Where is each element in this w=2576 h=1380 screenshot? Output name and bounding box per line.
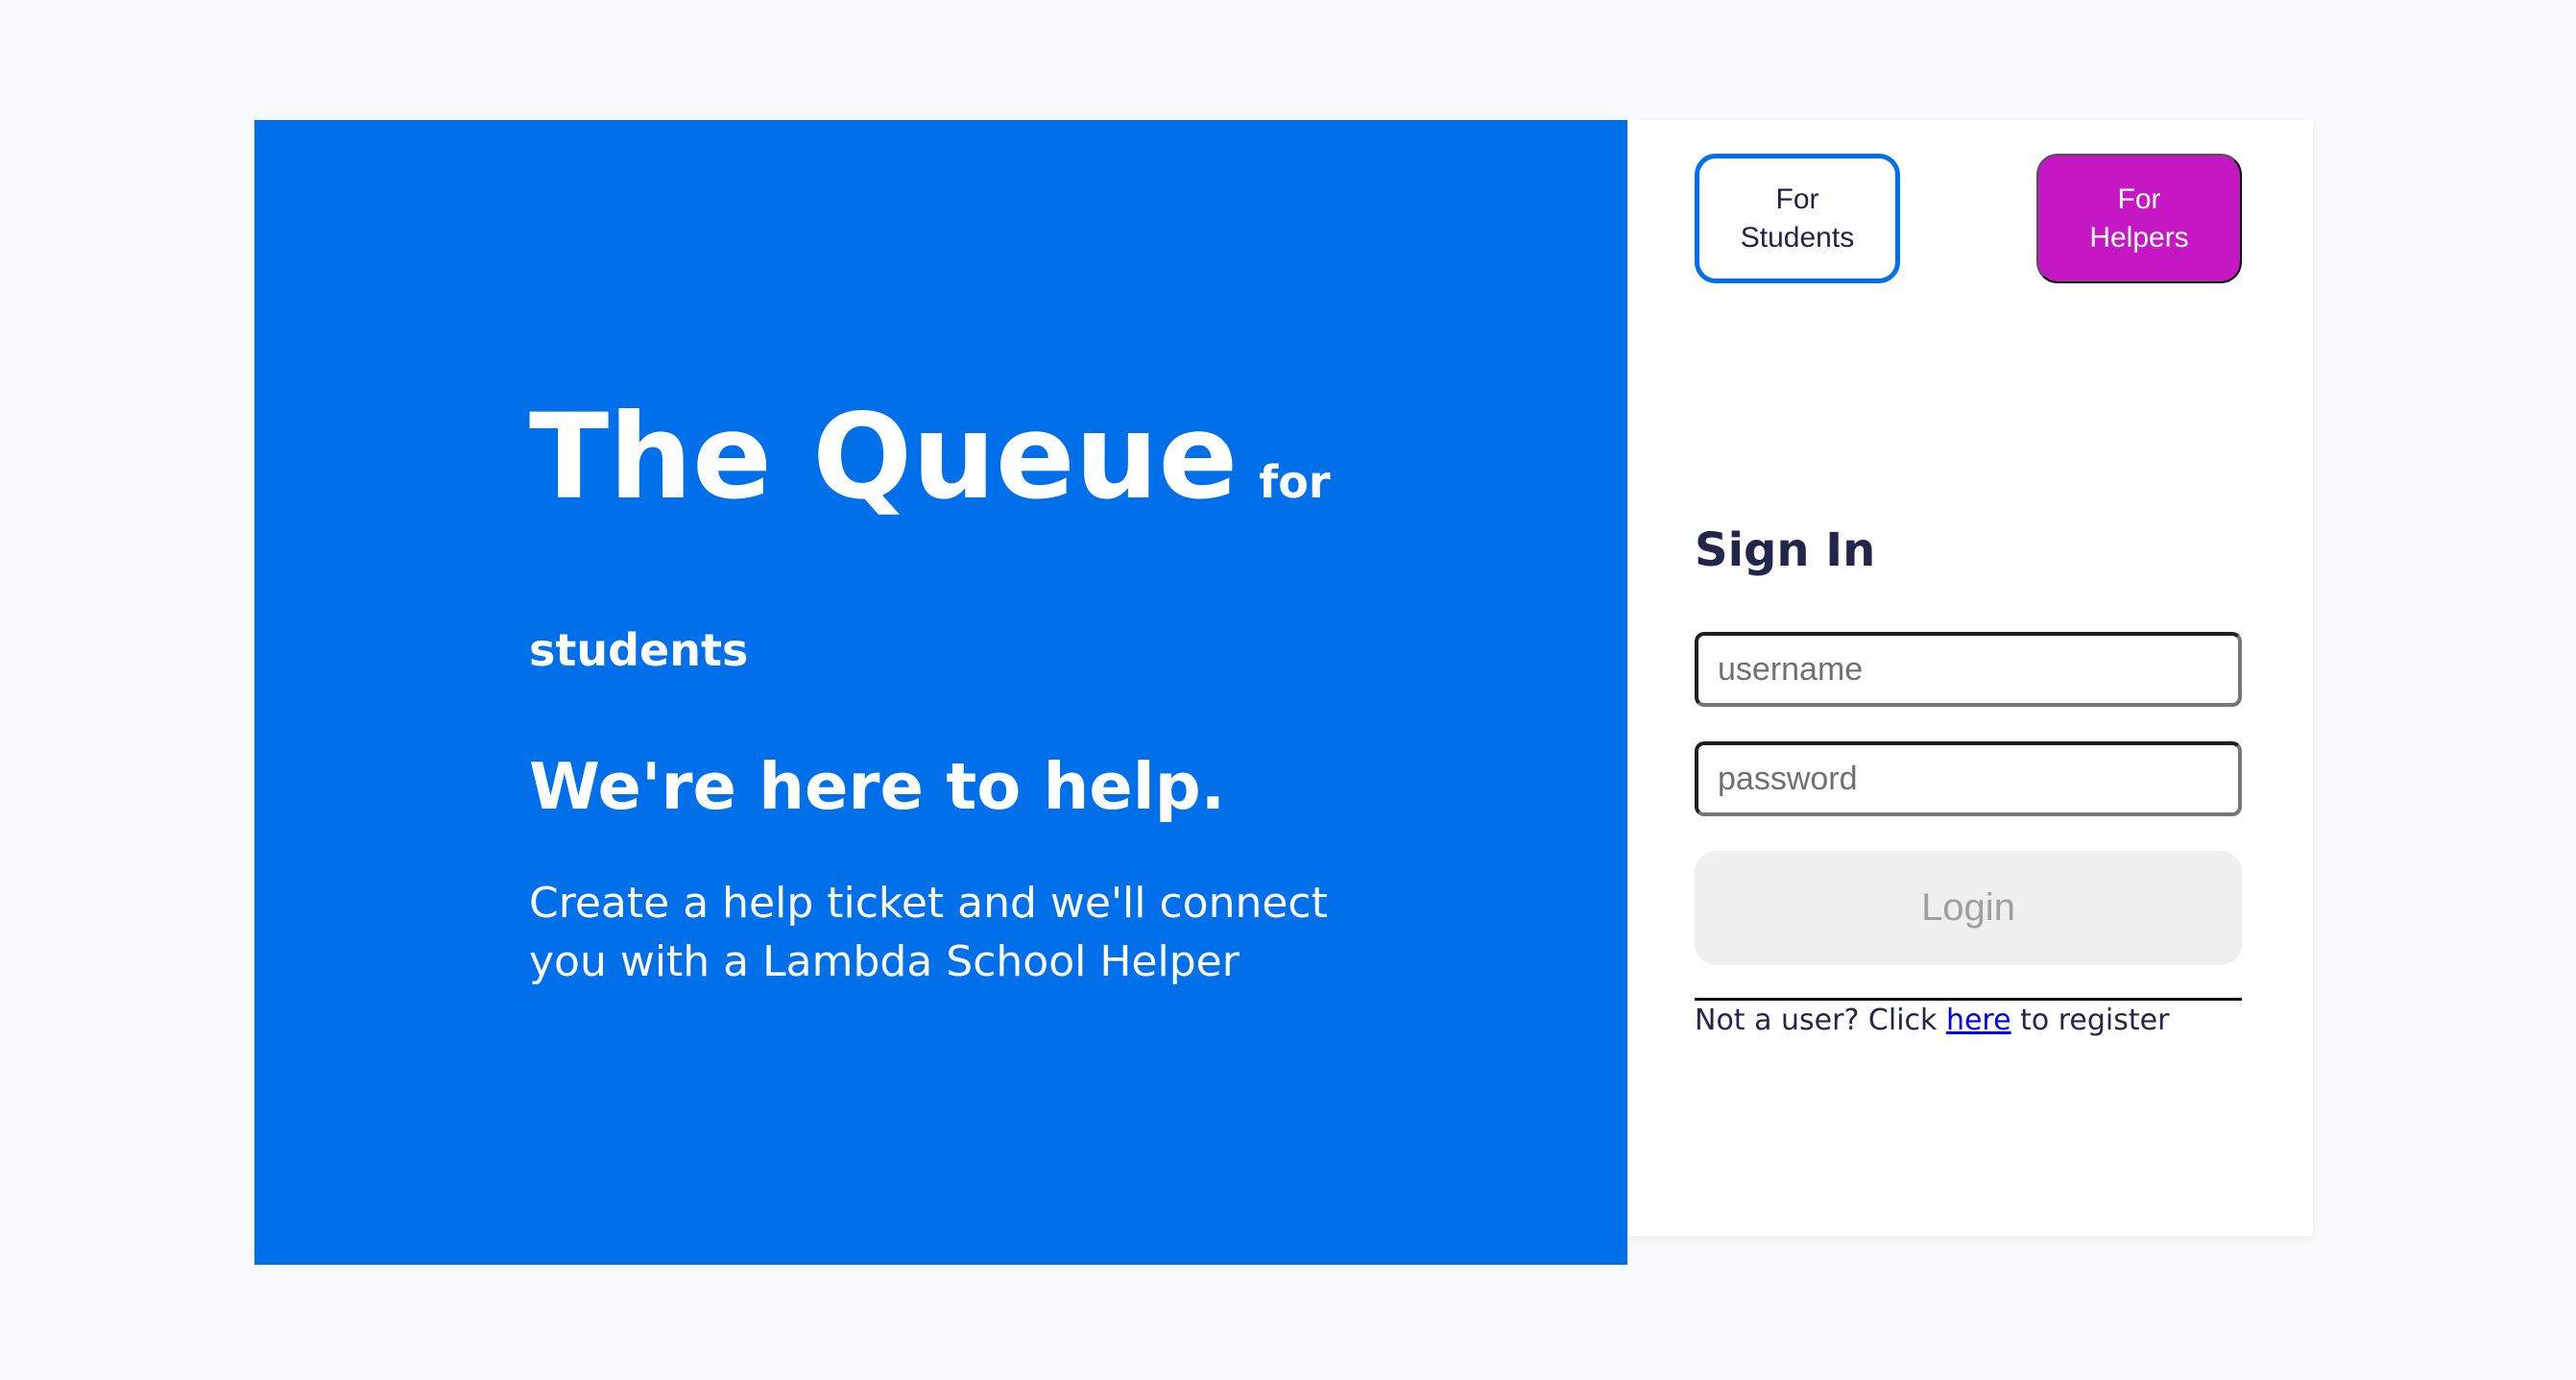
for-helpers-button[interactable]: For Helpers (2036, 154, 2242, 283)
login-card: The Queue for students We're here to help… (254, 120, 2313, 1265)
for-students-label: For Students (1740, 182, 1855, 254)
register-suffix: to register (2010, 1004, 2170, 1037)
username-input[interactable] (1695, 632, 2242, 707)
app-for-text: for (1259, 456, 1331, 508)
password-input[interactable] (1695, 741, 2242, 816)
login-button[interactable]: Login (1695, 851, 2242, 965)
tagline: We're here to help. (529, 749, 1226, 824)
register-prompt: Not a user? Click here to register (1695, 1004, 2169, 1037)
for-helpers-label: For Helpers (2089, 182, 2189, 254)
hero-panel: The Queue for students We're here to help… (254, 120, 1627, 1265)
hero-title: The Queue for (529, 399, 1441, 516)
register-link[interactable]: here (1946, 1004, 2011, 1037)
app-name: The Queue (529, 389, 1239, 525)
for-students-button[interactable]: For Students (1695, 154, 1900, 283)
register-prefix: Not a user? Click (1695, 1004, 1946, 1037)
signin-panel: For Students For Helpers Sign In Login N… (1627, 120, 2313, 1236)
signin-title: Sign In (1695, 523, 1876, 577)
app-audience: students (529, 624, 749, 676)
hero-description: Create a help ticket and we'll connect y… (529, 879, 1328, 986)
divider (1695, 998, 2242, 1001)
